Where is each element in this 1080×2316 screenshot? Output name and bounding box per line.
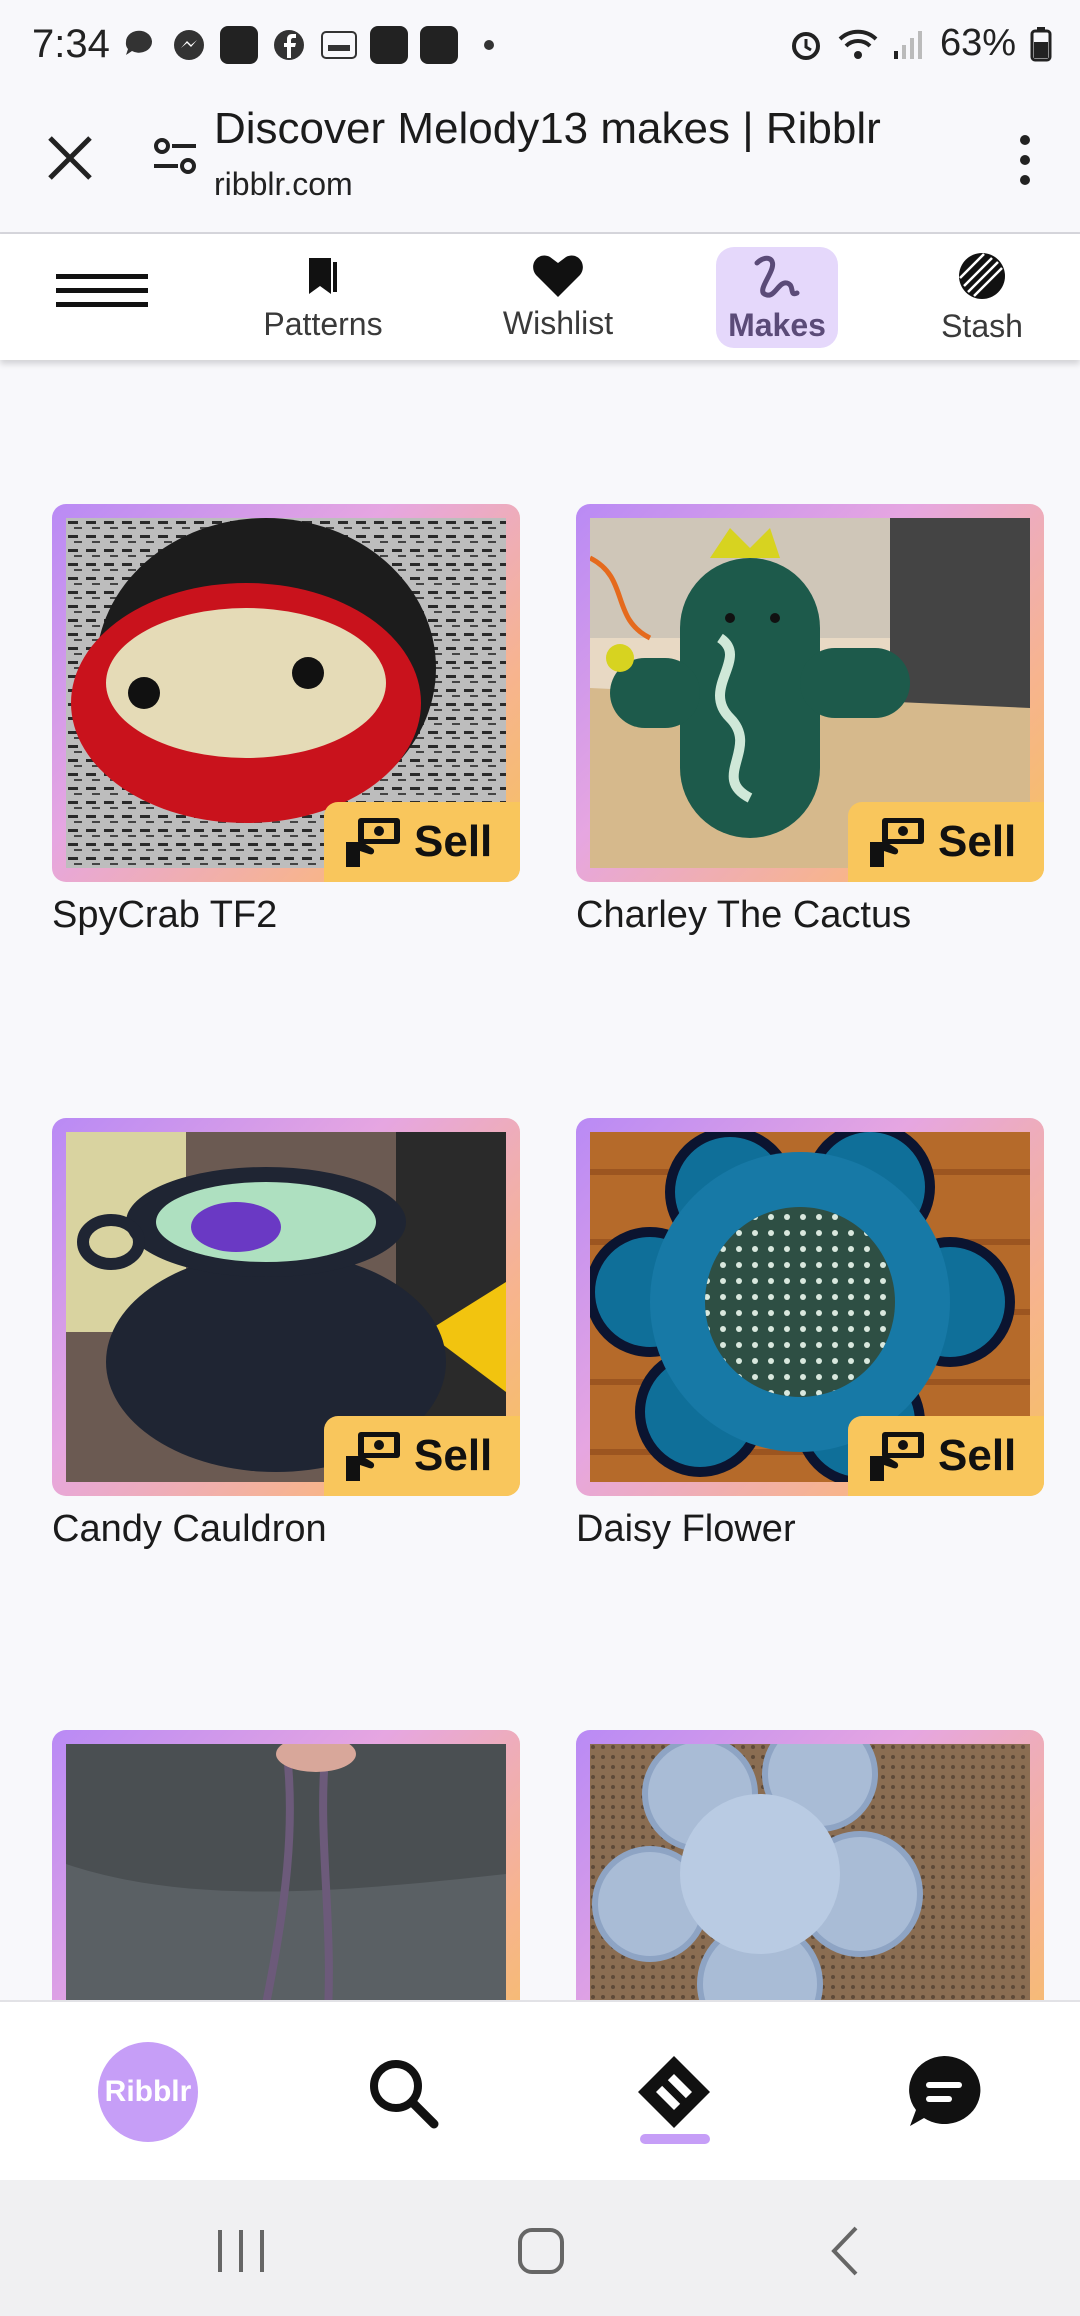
- app-notification-icon: [420, 26, 458, 64]
- battery-icon: [1030, 26, 1052, 61]
- sell-money-hand-icon: [346, 818, 400, 867]
- make-card[interactable]: Sell SpyCrab TF2: [52, 504, 520, 937]
- home-icon[interactable]: [506, 2216, 576, 2286]
- make-card[interactable]: Sell Daisy Flower: [576, 1118, 1044, 1551]
- more-options-icon[interactable]: [1010, 130, 1040, 190]
- sell-button[interactable]: Sell: [848, 1416, 1044, 1496]
- sell-label: Sell: [938, 1431, 1017, 1480]
- browser-toolbar: Discover Melody13 makes | Ribblr ribblr.…: [0, 100, 1080, 234]
- recent-apps-icon[interactable]: [206, 2216, 276, 2286]
- make-image-frame[interactable]: Sell: [52, 1118, 520, 1496]
- make-card[interactable]: [576, 1730, 1044, 2000]
- tab-label: Makes: [728, 306, 826, 343]
- make-card[interactable]: Sell Charley The Cactus: [576, 504, 1044, 937]
- chat-bubble-icon: [120, 26, 158, 64]
- bottom-app-bar: Ribblr: [0, 2000, 1080, 2182]
- back-icon[interactable]: [810, 2216, 880, 2286]
- page-url[interactable]: ribblr.com: [214, 166, 353, 203]
- menu-hamburger-icon[interactable]: [56, 274, 148, 318]
- alarm-icon: [791, 31, 820, 60]
- logo-text: Ribblr: [104, 2075, 192, 2108]
- make-card[interactable]: Sell Candy Cauldron: [52, 1118, 520, 1551]
- status-time: 7:34: [32, 22, 110, 66]
- facebook-icon: [270, 26, 308, 64]
- make-photo: [66, 1744, 506, 2000]
- make-title[interactable]: Candy Cauldron: [52, 1508, 520, 1551]
- system-navigation-bar: [0, 2180, 1080, 2316]
- make-card[interactable]: [52, 1730, 520, 2000]
- app-notification-icon: [370, 26, 408, 64]
- make-photo: [590, 1744, 1030, 2000]
- make-image-frame[interactable]: [576, 1730, 1044, 2000]
- page-title: Discover Melody13 makes | Ribblr: [214, 104, 881, 153]
- ribblr-logo-button[interactable]: Ribblr: [98, 2042, 198, 2142]
- messenger-icon: [170, 26, 208, 64]
- heart-icon: [533, 255, 583, 297]
- tab-stash[interactable]: Stash: [930, 242, 1034, 352]
- battery-percent: 63%: [939, 22, 1016, 64]
- chat-icon[interactable]: [904, 2052, 984, 2132]
- makes-squiggle-icon: [754, 255, 800, 298]
- make-title[interactable]: Daisy Flower: [576, 1508, 1044, 1551]
- active-tab-highlight: Makes: [716, 246, 838, 348]
- tab-label: Patterns: [263, 305, 383, 342]
- make-title[interactable]: Charley The Cactus: [576, 894, 1044, 937]
- yarn-ball-icon: [959, 252, 1005, 299]
- sell-label: Sell: [414, 817, 493, 866]
- tab-label: Wishlist: [502, 304, 614, 341]
- status-right: 63%: [788, 22, 1052, 65]
- feed-diamond-icon[interactable]: [634, 2052, 714, 2132]
- tab-label: Stash: [941, 307, 1023, 344]
- sell-button[interactable]: Sell: [324, 1416, 520, 1496]
- active-tab-indicator: [640, 2134, 710, 2144]
- app-notification-icon: [220, 26, 258, 64]
- close-icon[interactable]: [40, 128, 100, 188]
- wifi-icon: [838, 29, 878, 59]
- patterns-bookmark-icon: [309, 257, 337, 294]
- make-image-frame[interactable]: [52, 1730, 520, 2000]
- temu-icon: [320, 26, 358, 64]
- sell-button[interactable]: Sell: [324, 802, 520, 882]
- site-settings-icon[interactable]: [150, 132, 200, 182]
- sell-money-hand-icon: [346, 1432, 400, 1481]
- make-image-frame[interactable]: Sell: [576, 504, 1044, 882]
- sell-label: Sell: [414, 1431, 493, 1480]
- sell-money-hand-icon: [870, 818, 924, 867]
- app-top-nav: Patterns Wishlist Makes Stash: [0, 234, 1080, 360]
- more-notifications-dot: [484, 40, 494, 50]
- make-title[interactable]: SpyCrab TF2: [52, 894, 520, 937]
- status-bar: 7:34 63%: [0, 0, 1080, 100]
- sell-money-hand-icon: [870, 1432, 924, 1481]
- notification-icons: [120, 26, 494, 64]
- tab-wishlist[interactable]: Wishlist: [496, 242, 620, 352]
- signal-icon: [893, 30, 922, 59]
- sell-label: Sell: [938, 817, 1017, 866]
- makes-grid: Sell SpyCrab TF2 Sell Charley The Cactus…: [0, 360, 1080, 2000]
- make-image-frame[interactable]: Sell: [52, 504, 520, 882]
- tab-patterns[interactable]: Patterns: [256, 242, 390, 352]
- make-image-frame[interactable]: Sell: [576, 1118, 1044, 1496]
- tab-makes[interactable]: Makes: [716, 242, 838, 352]
- search-icon[interactable]: [362, 2052, 442, 2132]
- sell-button[interactable]: Sell: [848, 802, 1044, 882]
